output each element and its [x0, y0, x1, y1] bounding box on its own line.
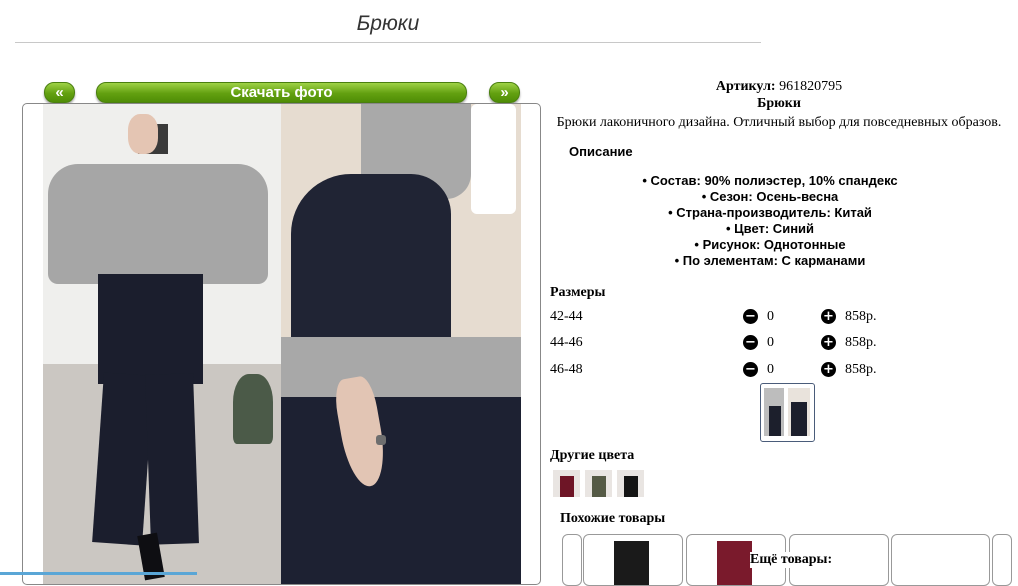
color-thumbnail-khaki[interactable]: [585, 470, 612, 497]
property-item: Рисунок: Однотонные: [550, 237, 990, 253]
price-value: 858р.: [845, 309, 877, 324]
similar-products-heading: Похожие товары: [560, 511, 666, 526]
property-item: Страна-производитель: Китай: [550, 205, 990, 221]
article-value: 961820795: [779, 79, 843, 94]
page-title: Брюки: [15, 12, 761, 43]
minus-circle-icon[interactable]: −: [743, 309, 758, 324]
other-colors-heading: Другие цвета: [550, 448, 635, 463]
article-line: Артикул: 961820795: [540, 79, 1018, 95]
similar-scroll-left[interactable]: [562, 534, 582, 586]
property-item: По элементам: С карманами: [550, 253, 990, 269]
size-row: 44-46 − 0 + 858р.: [550, 335, 950, 355]
plus-circle-icon[interactable]: +: [821, 335, 836, 350]
property-item: Состав: 90% полиэстер, 10% спандекс: [550, 173, 990, 189]
download-photo-button[interactable]: Скачать фото: [96, 82, 467, 103]
product-photo-frame: [22, 103, 541, 585]
product-photo-main[interactable]: [43, 104, 281, 584]
plus-circle-icon[interactable]: +: [821, 362, 836, 377]
product-photo-back[interactable]: [281, 104, 521, 337]
size-row: 42-44 − 0 + 858р.: [550, 309, 950, 329]
next-photo-button[interactable]: »: [489, 82, 520, 103]
similar-product-card[interactable]: [891, 534, 990, 586]
size-label: 44-46: [550, 335, 583, 350]
article-label: Артикул:: [715, 79, 776, 94]
color-thumbnail-black[interactable]: [617, 470, 644, 497]
selected-color-thumbnail[interactable]: [760, 383, 815, 442]
plus-circle-icon[interactable]: +: [821, 309, 836, 324]
product-photo-closeup[interactable]: [281, 337, 521, 584]
quantity-value: 0: [767, 362, 774, 377]
product-name: Брюки: [757, 96, 801, 111]
size-label: 42-44: [550, 309, 583, 324]
property-item: Сезон: Осень-весна: [550, 189, 990, 205]
similar-product-card[interactable]: [583, 534, 683, 586]
minus-circle-icon[interactable]: −: [743, 362, 758, 377]
quantity-value: 0: [767, 335, 774, 350]
price-value: 858р.: [845, 335, 877, 350]
quantity-value: 0: [767, 309, 774, 324]
color-thumbnail-burgundy[interactable]: [553, 470, 580, 497]
prev-photo-button[interactable]: «: [44, 82, 75, 103]
product-description: Брюки лаконичного дизайна. Отличный выбо…: [556, 115, 1002, 130]
size-label: 46-48: [550, 362, 583, 377]
description-heading: Описание: [569, 144, 633, 159]
sizes-heading: Размеры: [550, 285, 606, 300]
price-value: 858р.: [845, 362, 877, 377]
property-item: Цвет: Синий: [550, 221, 990, 237]
similar-scroll-right[interactable]: [992, 534, 1012, 586]
properties-list: Состав: 90% полиэстер, 10% спандекс Сезо…: [550, 173, 990, 269]
size-row: 46-48 − 0 + 858р.: [550, 362, 950, 382]
minus-circle-icon[interactable]: −: [743, 335, 758, 350]
more-products-heading: Ещё товары:: [750, 552, 833, 568]
